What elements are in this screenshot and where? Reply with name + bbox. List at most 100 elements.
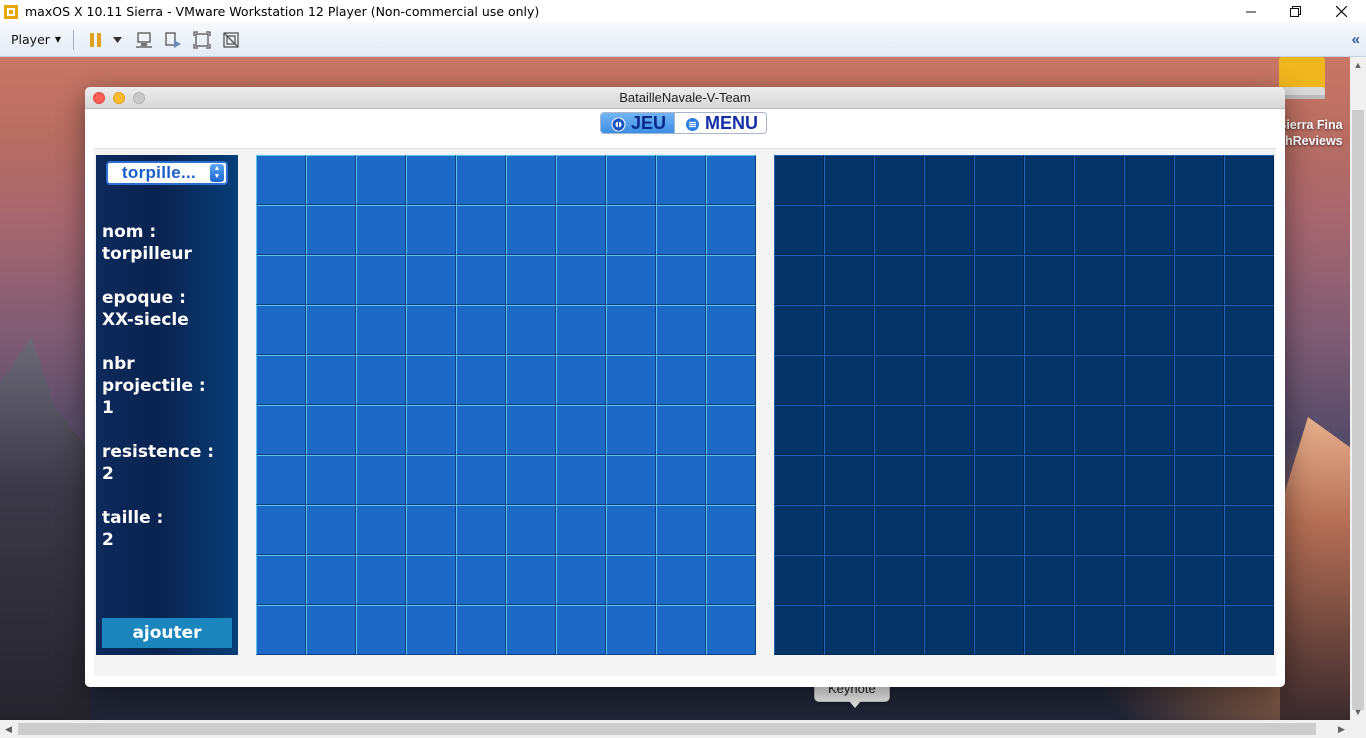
player-cell[interactable] (656, 255, 706, 305)
enemy-cell[interactable] (824, 455, 874, 505)
enemy-cell[interactable] (1024, 455, 1074, 505)
enemy-cell[interactable] (1074, 305, 1124, 355)
enemy-cell[interactable] (1124, 605, 1174, 655)
enemy-cell[interactable] (874, 305, 924, 355)
player-cell[interactable] (506, 505, 556, 555)
enemy-cell[interactable] (1174, 405, 1224, 455)
add-ship-button[interactable]: ajouter (102, 618, 232, 648)
player-cell[interactable] (456, 555, 506, 605)
scroll-right-icon[interactable]: ▶ (1333, 720, 1350, 738)
enemy-cell[interactable] (1224, 305, 1274, 355)
enemy-cell[interactable] (1024, 505, 1074, 555)
drive-label[interactable]: Sierra Fina chReviews (1278, 117, 1350, 149)
enemy-cell[interactable] (1124, 505, 1174, 555)
player-cell[interactable] (306, 305, 356, 355)
enemy-cell[interactable] (874, 505, 924, 555)
enemy-cell[interactable] (874, 355, 924, 405)
player-cell[interactable] (406, 605, 456, 655)
player-cell[interactable] (506, 355, 556, 405)
player-cell[interactable] (656, 505, 706, 555)
player-cell[interactable] (306, 355, 356, 405)
player-cell[interactable] (256, 155, 306, 205)
player-cell[interactable] (656, 155, 706, 205)
player-cell[interactable] (456, 155, 506, 205)
enemy-cell[interactable] (924, 505, 974, 555)
restore-icon[interactable] (1272, 0, 1318, 23)
enemy-cell[interactable] (1224, 505, 1274, 555)
enemy-cell[interactable] (1224, 155, 1274, 205)
player-cell[interactable] (256, 255, 306, 305)
scroll-up-icon[interactable]: ▲ (1350, 57, 1366, 73)
player-cell[interactable] (656, 605, 706, 655)
player-cell[interactable] (356, 355, 406, 405)
player-cell[interactable] (356, 405, 406, 455)
enemy-cell[interactable] (774, 305, 824, 355)
enemy-cell[interactable] (1224, 605, 1274, 655)
minimize-window-icon[interactable] (113, 92, 125, 104)
tab-jeu[interactable]: JEU (601, 113, 675, 133)
enemy-cell[interactable] (874, 255, 924, 305)
enemy-cell[interactable] (974, 305, 1024, 355)
player-cell[interactable] (306, 205, 356, 255)
enemy-cell[interactable] (924, 605, 974, 655)
enemy-cell[interactable] (1074, 405, 1124, 455)
player-cell[interactable] (456, 605, 506, 655)
player-cell[interactable] (706, 355, 756, 405)
player-cell[interactable] (556, 205, 606, 255)
player-cell[interactable] (356, 305, 406, 355)
enemy-cell[interactable] (1024, 205, 1074, 255)
player-cell[interactable] (706, 505, 756, 555)
enemy-cell[interactable] (974, 555, 1024, 605)
player-cell[interactable] (606, 205, 656, 255)
enemy-cell[interactable] (974, 455, 1024, 505)
player-cell[interactable] (606, 505, 656, 555)
player-cell[interactable] (406, 405, 456, 455)
scroll-down-icon[interactable]: ▼ (1350, 704, 1366, 720)
player-cell[interactable] (456, 505, 506, 555)
enemy-cell[interactable] (1174, 505, 1224, 555)
player-cell[interactable] (706, 255, 756, 305)
enemy-cell[interactable] (774, 205, 824, 255)
player-cell[interactable] (706, 555, 756, 605)
enemy-cell[interactable] (824, 555, 874, 605)
player-cell[interactable] (706, 205, 756, 255)
enemy-cell[interactable] (1174, 255, 1224, 305)
enemy-cell[interactable] (1024, 255, 1074, 305)
player-cell[interactable] (606, 305, 656, 355)
player-cell[interactable] (656, 455, 706, 505)
player-cell[interactable] (706, 405, 756, 455)
player-cell[interactable] (306, 455, 356, 505)
enemy-cell[interactable] (1124, 255, 1174, 305)
player-cell[interactable] (356, 255, 406, 305)
enemy-cell[interactable] (824, 505, 874, 555)
close-window-icon[interactable] (93, 92, 105, 104)
player-cell[interactable] (306, 155, 356, 205)
enemy-cell[interactable] (824, 355, 874, 405)
enemy-cell[interactable] (774, 255, 824, 305)
player-cell[interactable] (306, 405, 356, 455)
player-cell[interactable] (256, 555, 306, 605)
player-cell[interactable] (406, 505, 456, 555)
player-cell[interactable] (556, 155, 606, 205)
player-cell[interactable] (706, 305, 756, 355)
player-cell[interactable] (556, 355, 606, 405)
enemy-cell[interactable] (874, 555, 924, 605)
player-cell[interactable] (306, 505, 356, 555)
player-cell[interactable] (506, 305, 556, 355)
player-cell[interactable] (356, 205, 406, 255)
player-cell[interactable] (706, 605, 756, 655)
player-cell[interactable] (456, 405, 506, 455)
enemy-cell[interactable] (1074, 555, 1124, 605)
enemy-cell[interactable] (1174, 555, 1224, 605)
enemy-cell[interactable] (974, 255, 1024, 305)
player-cell[interactable] (256, 355, 306, 405)
player-cell[interactable] (356, 505, 406, 555)
vertical-scrollbar[interactable]: ▲ ▼ (1350, 57, 1366, 720)
player-cell[interactable] (606, 555, 656, 605)
enemy-cell[interactable] (924, 555, 974, 605)
enemy-cell[interactable] (774, 505, 824, 555)
enemy-cell[interactable] (1124, 555, 1174, 605)
enemy-cell[interactable] (974, 505, 1024, 555)
player-cell[interactable] (606, 455, 656, 505)
enemy-cell[interactable] (774, 605, 824, 655)
